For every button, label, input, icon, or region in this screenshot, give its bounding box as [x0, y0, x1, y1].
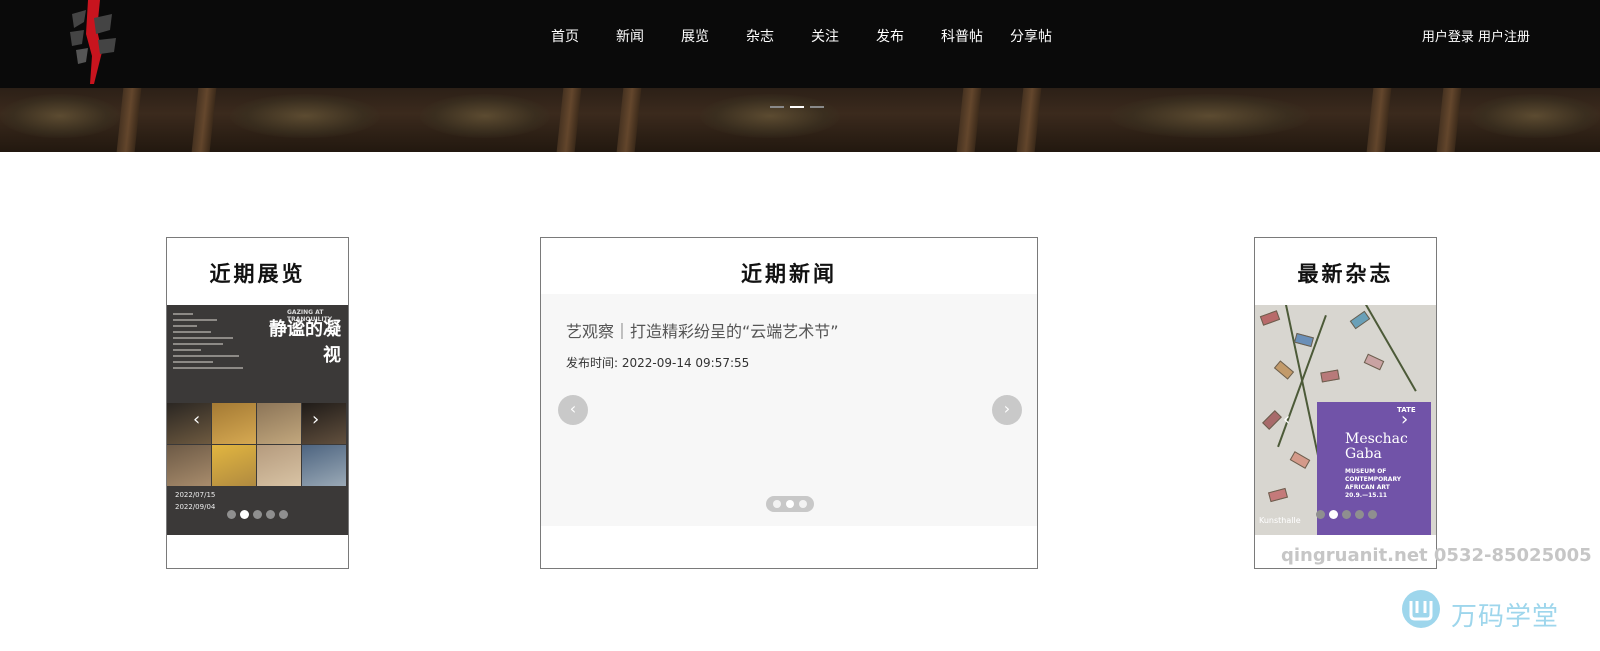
- magazine-venue: Kunsthalle: [1259, 516, 1301, 525]
- banner-beam: [1016, 88, 1042, 152]
- magazine-title: Meschac Gaba: [1345, 431, 1408, 462]
- banner-image-detail: [1470, 94, 1600, 138]
- poster-cn-title: 静谧的凝视: [269, 319, 341, 366]
- slider-dot[interactable]: [227, 510, 236, 519]
- news-headline[interactable]: 艺观察｜打造精彩纷呈的“云端艺术节”: [566, 318, 839, 342]
- poster-text-block: [173, 313, 243, 373]
- chevron-left-icon[interactable]: ‹: [1283, 409, 1290, 430]
- chevron-left-icon[interactable]: ‹: [193, 409, 200, 430]
- nav-home[interactable]: 首页: [551, 26, 579, 46]
- banner-beam: [116, 88, 142, 152]
- banner-beam: [191, 88, 217, 152]
- pagination-dot-active[interactable]: [786, 500, 794, 508]
- news-slider: 艺观察｜打造精彩纷呈的“云端艺术节” 发布时间: 2022-09-14 09:5…: [541, 294, 1037, 526]
- slider-dot[interactable]: [1368, 510, 1377, 519]
- magazine-poster[interactable]: TATE Meschac Gaba MUSEUM OF CONTEMPORARY…: [1255, 305, 1436, 535]
- top-navbar: 首页 新闻 展览 杂志 关注 发布 科普帖 分享帖 用户登录 用户注册: [0, 0, 1600, 88]
- nav-publish[interactable]: 发布: [876, 26, 904, 46]
- register-link[interactable]: 用户注册: [1478, 30, 1530, 45]
- banner-image-detail: [230, 94, 380, 138]
- banner-beam: [1436, 88, 1462, 152]
- exhibition-card-title: 近期展览: [209, 261, 306, 286]
- news-card-title: 近期新闻: [741, 261, 837, 286]
- exhibition-slider-dots: [227, 510, 292, 520]
- banner-image-detail: [0, 94, 120, 138]
- banner-dot[interactable]: [810, 106, 824, 108]
- nav-magazine[interactable]: 杂志: [746, 26, 774, 46]
- banner-image-detail: [700, 94, 840, 138]
- banner-beam: [556, 88, 582, 152]
- slider-dot-active[interactable]: [1329, 510, 1338, 519]
- slider-dot[interactable]: [1355, 510, 1364, 519]
- news-pagination: [766, 496, 814, 512]
- slider-dot[interactable]: [266, 510, 275, 519]
- banner-image-detail: [1110, 94, 1310, 138]
- pagination-dot[interactable]: [799, 500, 807, 508]
- watermark-brand: 万码学堂: [1451, 602, 1560, 632]
- nav-science-posts[interactable]: 科普帖: [941, 26, 983, 46]
- site-logo[interactable]: [64, 0, 120, 84]
- banner-dot-active[interactable]: [790, 106, 804, 108]
- auth-links: 用户登录 用户注册: [1422, 26, 1530, 45]
- chevron-right-icon[interactable]: ›: [1401, 409, 1408, 430]
- banner-beam: [1366, 88, 1392, 152]
- nav-follow[interactable]: 关注: [811, 26, 839, 46]
- news-card: 近期新闻 艺观察｜打造精彩纷呈的“云端艺术节” 发布时间: 2022-09-14…: [540, 237, 1038, 569]
- news-prev-button[interactable]: ‹: [558, 395, 588, 425]
- login-link[interactable]: 用户登录: [1422, 30, 1474, 45]
- slider-dot[interactable]: [253, 510, 262, 519]
- magazine-slider-dots: [1316, 510, 1381, 520]
- chevron-right-icon[interactable]: ›: [312, 409, 319, 430]
- nav-exhibitions[interactable]: 展览: [681, 26, 709, 46]
- chevron-left-icon: ‹: [569, 399, 577, 418]
- pagination-dot[interactable]: [773, 500, 781, 508]
- watermark-logo-icon: [1402, 590, 1440, 628]
- news-publish-time: 发布时间: 2022-09-14 09:57:55: [566, 356, 750, 370]
- exhibition-card: 近期展览 GAZING AT TRANQUILITY 静谧的凝视 ‹ › 202…: [166, 237, 349, 569]
- poster-date-start: 2022/07/15: [175, 491, 216, 499]
- magazine-card-title: 最新杂志: [1297, 261, 1394, 286]
- magazine-subtitle: MUSEUM OF CONTEMPORARY AFRICAN ART 20.9.…: [1345, 468, 1402, 499]
- nav-news[interactable]: 新闻: [616, 26, 644, 46]
- banner-beam: [956, 88, 982, 152]
- banner-image-detail: [420, 94, 550, 138]
- banner-dot[interactable]: [770, 106, 784, 108]
- slider-dot[interactable]: [1316, 510, 1325, 519]
- exhibition-poster[interactable]: GAZING AT TRANQUILITY 静谧的凝视 ‹ › 2022/07/…: [167, 305, 348, 535]
- slider-dot-active[interactable]: [240, 510, 249, 519]
- nav-share-posts[interactable]: 分享帖: [1010, 26, 1052, 46]
- magazine-card: 最新杂志 TATE Meschac Gaba MUSEUM OF CONTEMP…: [1254, 237, 1437, 569]
- banner-beam: [616, 88, 642, 152]
- slider-dot[interactable]: [1342, 510, 1351, 519]
- slider-dot[interactable]: [279, 510, 288, 519]
- poster-date-end: 2022/09/04: [175, 503, 216, 511]
- watermark-contact: qingruanit.net 0532-85025005: [1281, 545, 1592, 566]
- chevron-right-icon: ›: [1003, 399, 1011, 418]
- hero-banner[interactable]: [0, 88, 1600, 152]
- news-next-button[interactable]: ›: [992, 395, 1022, 425]
